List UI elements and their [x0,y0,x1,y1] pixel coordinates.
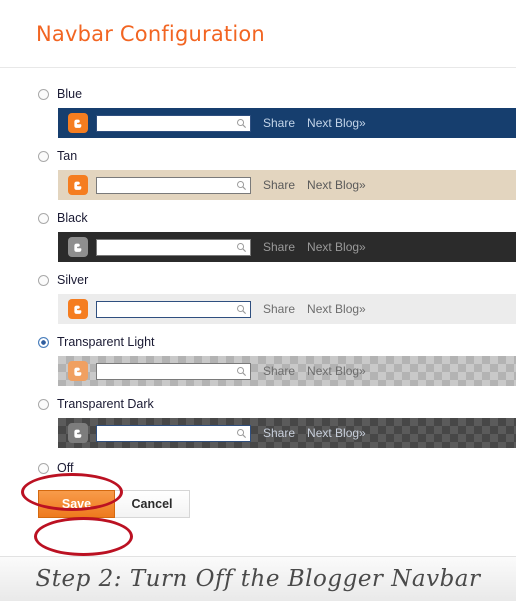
option-off-label: Off [57,461,74,475]
share-link[interactable]: Share [263,364,295,378]
navbar-search-input[interactable] [96,176,251,194]
navbar-search-input[interactable] [96,362,251,380]
navbar-search-input[interactable] [96,300,251,318]
navbar-preview-tan: Share Next Blog» [58,170,516,200]
save-button[interactable]: Save [38,490,115,518]
share-link[interactable]: Share [263,240,295,254]
share-link[interactable]: Share [263,302,295,316]
next-blog-link[interactable]: Next Blog» [307,302,366,316]
caption-text: Step 2: Turn Off the Blogger Navbar [35,566,481,592]
option-blue-head[interactable]: Blue [0,84,516,104]
option-silver-label: Silver [57,273,89,287]
navbar-search-input[interactable] [96,238,251,256]
option-black[interactable]: Black Share Next Blog» [0,208,516,262]
navbar-links: Share Next Blog» [263,302,366,316]
caption-band: Step 2: Turn Off the Blogger Navbar [0,556,516,601]
option-tan-head[interactable]: Tan [0,146,516,166]
navbar-preview-blue: Share Next Blog» [58,108,516,138]
cancel-button[interactable]: Cancel [115,490,190,518]
navbar-preview-silver: Share Next Blog» [58,294,516,324]
option-silver[interactable]: Silver Share Next Blog» [0,270,516,324]
option-black-head[interactable]: Black [0,208,516,228]
navbar-links: Share Next Blog» [263,116,366,130]
option-off[interactable]: Off [0,458,516,478]
radio-black[interactable] [38,212,49,224]
radio-blue[interactable] [38,88,49,100]
option-transparent-dark-label: Transparent Dark [57,397,154,411]
option-silver-head[interactable]: Silver [0,270,516,290]
navbar-preview-transparent-light: Share Next Blog» [58,356,516,386]
navbar-option-list: Blue Share Next Blog» Tan Share Next Blo… [0,68,516,478]
option-tan-label: Tan [57,149,78,163]
dialog-button-bar: Save Cancel [0,490,516,518]
navbar-search-input[interactable] [96,424,251,442]
option-transparent-light[interactable]: Transparent Light Share Next Blog» [0,332,516,386]
share-link[interactable]: Share [263,116,295,130]
navbar-links: Share Next Blog» [263,426,366,440]
radio-tan[interactable] [38,150,49,162]
option-tan[interactable]: Tan Share Next Blog» [0,146,516,200]
blogger-icon [68,361,88,381]
navbar-search-input[interactable] [96,114,251,132]
blogger-icon [68,175,88,195]
blogger-icon [68,423,88,443]
option-off-head[interactable]: Off [0,458,516,478]
option-transparent-dark[interactable]: Transparent Dark Share Next Blog» [0,394,516,448]
navbar-preview-black: Share Next Blog» [58,232,516,262]
radio-transparent-dark[interactable] [38,398,49,410]
blogger-icon [68,237,88,257]
radio-off[interactable] [38,462,49,474]
next-blog-link[interactable]: Next Blog» [307,116,366,130]
option-transparent-light-head[interactable]: Transparent Light [0,332,516,352]
navbar-links: Share Next Blog» [263,364,366,378]
option-transparent-light-label: Transparent Light [57,335,155,349]
page-title: Navbar Configuration [36,21,265,46]
next-blog-link[interactable]: Next Blog» [307,178,366,192]
option-black-label: Black [57,211,88,225]
blogger-icon [68,299,88,319]
option-blue-label: Blue [57,87,83,101]
navbar-configuration-dialog: Navbar Configuration Blue Share Next Blo… [0,0,516,556]
next-blog-link[interactable]: Next Blog» [307,426,366,440]
navbar-preview-transparent-dark: Share Next Blog» [58,418,516,448]
share-link[interactable]: Share [263,426,295,440]
next-blog-link[interactable]: Next Blog» [307,364,366,378]
radio-transparent-light[interactable] [38,336,49,348]
navbar-links: Share Next Blog» [263,240,366,254]
share-link[interactable]: Share [263,178,295,192]
blogger-icon [68,113,88,133]
next-blog-link[interactable]: Next Blog» [307,240,366,254]
option-blue[interactable]: Blue Share Next Blog» [0,84,516,138]
dialog-header: Navbar Configuration [0,0,516,68]
radio-silver[interactable] [38,274,49,286]
navbar-links: Share Next Blog» [263,178,366,192]
option-transparent-dark-head[interactable]: Transparent Dark [0,394,516,414]
